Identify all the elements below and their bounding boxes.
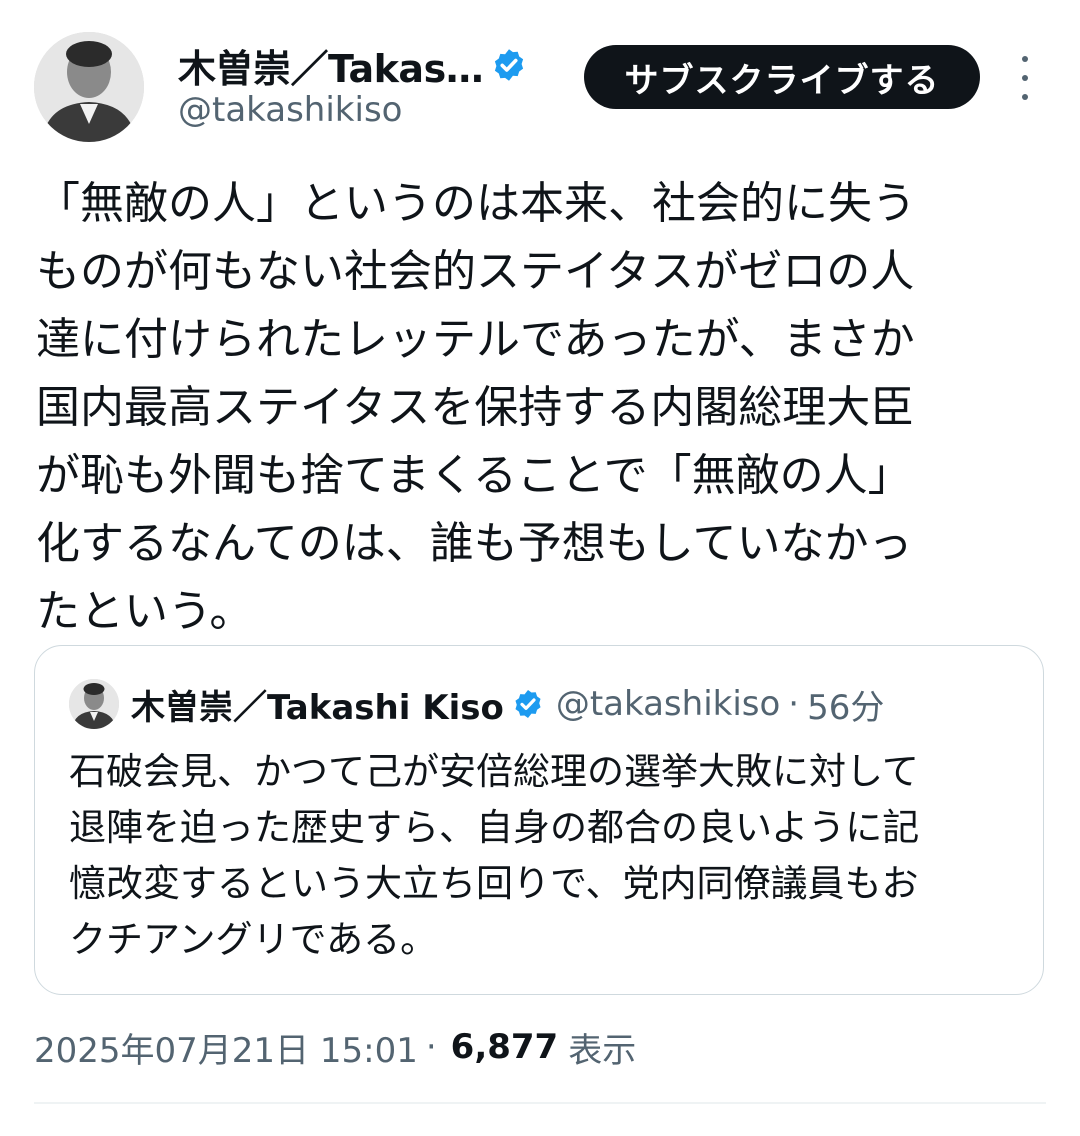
divider <box>34 1102 1046 1104</box>
quoted-separator: · <box>788 684 800 724</box>
more-options-icon[interactable] <box>1010 56 1040 100</box>
tweet-timestamp[interactable]: 2025年07月21日 15:01 <box>34 1023 418 1072</box>
quoted-tweet-card[interactable]: 木曽崇／Takashi Kiso @takashikiso · 56分 石破会見… <box>34 645 1044 995</box>
quoted-author-avatar <box>69 679 119 729</box>
verified-badge-icon[interactable] <box>491 47 527 83</box>
quoted-timestamp: 56分 <box>807 687 885 728</box>
tweet-header: 木曽崇／Takas… @takashikiso サブスクライブする <box>0 0 1080 160</box>
tweet-meta: 2025年07月21日 15:01 · 6,877 表示 <box>34 1022 636 1072</box>
subscribe-button[interactable]: サブスクライブする <box>584 45 980 109</box>
quoted-tweet-header: 木曽崇／Takashi Kiso @takashikiso · 56分 <box>69 676 884 732</box>
quoted-author-name: 木曽崇／Takashi Kiso <box>131 687 504 728</box>
quoted-tweet-text: 石破会見、かつて己が安倍総理の選挙大敗に対して 退陣を迫った歴史すら、自身の都合… <box>69 750 920 961</box>
author-name-row: 木曽崇／Takas… <box>178 38 527 93</box>
quoted-author-handle: @takashikiso <box>555 684 781 724</box>
views-count[interactable]: 6,877 <box>451 1027 559 1067</box>
tweet-text: 「無敵の人」というのは本来、社会的に失う ものが何もない社会的ステイタスがゼロの… <box>36 178 916 637</box>
quoted-verified-badge-icon <box>512 688 544 720</box>
author-display-name[interactable]: 木曽崇／Takas… <box>178 38 484 93</box>
views-label: 表示 <box>568 1030 637 1071</box>
author-handle[interactable]: @takashikiso <box>178 90 402 130</box>
author-avatar[interactable] <box>34 32 144 142</box>
meta-separator: · <box>425 1027 437 1067</box>
